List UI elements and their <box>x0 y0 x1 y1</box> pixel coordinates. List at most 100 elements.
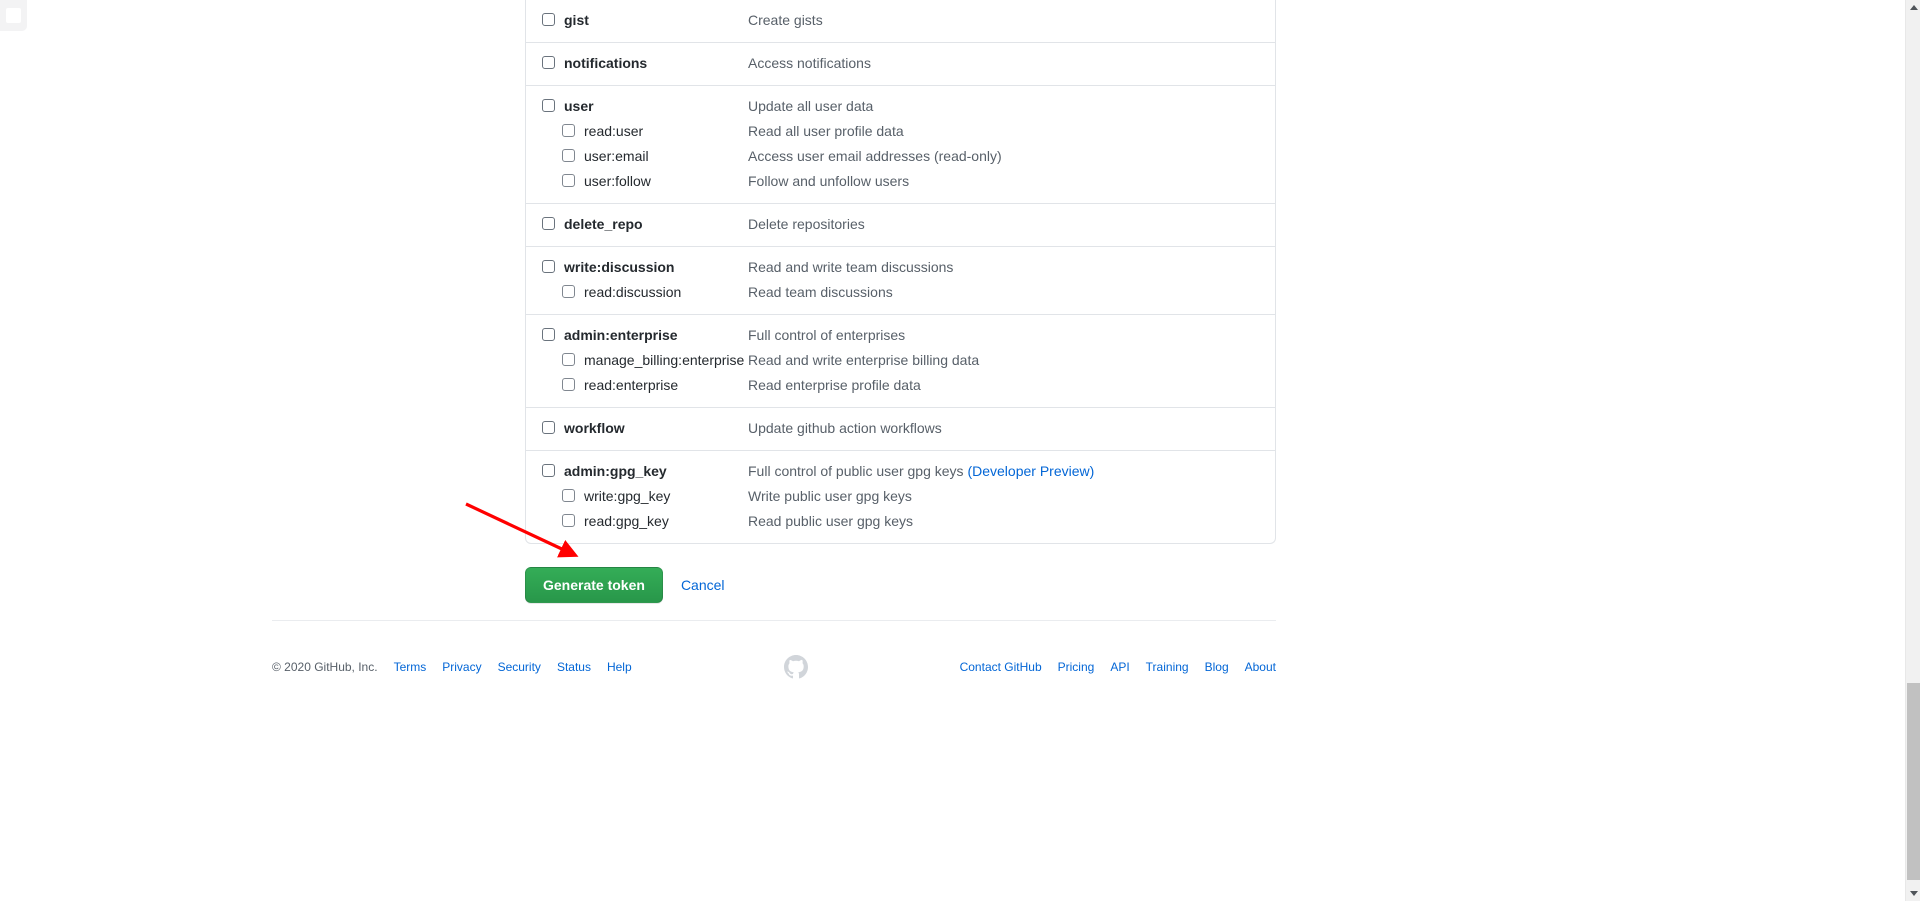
scope-row[interactable]: read:discussion Read team discussions <box>526 280 1275 305</box>
scope-name-label[interactable]: user:email <box>584 146 748 166</box>
scope-description: Read team discussions <box>748 284 893 300</box>
scope-row[interactable]: read:user Read all user profile data <box>526 119 1275 144</box>
page-viewport: gist Create gists notifications Access noti… <box>0 0 1905 901</box>
scope-group: delete_repo Delete repositories <box>526 203 1275 246</box>
scope-description: Follow and unfollow users <box>748 173 910 189</box>
scope-name-label[interactable]: write:discussion <box>564 257 748 277</box>
footer-link-status[interactable]: Status <box>557 660 591 674</box>
scope-description: Full control of public user gpg keys (De… <box>748 463 1095 479</box>
scope-checkbox-admin:enterprise[interactable] <box>542 328 555 341</box>
scope-description: Read public user gpg keys <box>748 513 913 529</box>
scope-checkbox-write:gpg_key[interactable] <box>562 489 575 502</box>
scope-name-label[interactable]: write:gpg_key <box>584 486 748 506</box>
footer-list-item: Terms <box>394 658 427 676</box>
browser-corner-placeholder <box>0 0 27 31</box>
footer-link-blog[interactable]: Blog <box>1205 660 1229 674</box>
scope-name-label[interactable]: read:gpg_key <box>584 511 748 531</box>
scope-row[interactable]: user:follow Follow and unfollow users <box>526 169 1275 194</box>
footer-list-item: Security <box>498 658 541 676</box>
scope-row[interactable]: notifications Access notifications <box>526 51 1275 76</box>
scope-row[interactable]: read:enterprise Read enterprise profile d… <box>526 373 1275 398</box>
scope-checkbox-notifications[interactable] <box>542 56 555 69</box>
scope-description: Write public user gpg keys <box>748 488 912 504</box>
scope-name-label[interactable]: read:discussion <box>584 282 748 302</box>
scroll-down-icon[interactable] <box>1906 886 1920 901</box>
footer-link-pricing[interactable]: Pricing <box>1058 660 1095 674</box>
scope-row[interactable]: admin:gpg_key Full control of public user… <box>526 459 1275 484</box>
scope-name-label[interactable]: read:enterprise <box>584 375 748 395</box>
footer-list-item: Pricing <box>1058 658 1095 676</box>
scope-checkbox-gist[interactable] <box>542 13 555 26</box>
footer-link-about[interactable]: About <box>1245 660 1276 674</box>
scope-checkbox-user:follow[interactable] <box>562 174 575 187</box>
cancel-link[interactable]: Cancel <box>681 575 725 595</box>
scope-row[interactable]: write:gpg_key Write public user gpg keys <box>526 484 1275 509</box>
scope-group: admin:enterprise Full control of enterpri… <box>526 314 1275 407</box>
scope-row[interactable]: write:discussion Read and write team disc… <box>526 255 1275 280</box>
scope-checkbox-workflow[interactable] <box>542 421 555 434</box>
scope-checkbox-read:enterprise[interactable] <box>562 378 575 391</box>
scope-checkbox-admin:gpg_key[interactable] <box>542 464 555 477</box>
scope-row[interactable]: manage_billing:enterprise Read and write … <box>526 348 1275 373</box>
scope-checkbox-read:discussion[interactable] <box>562 285 575 298</box>
scope-name-label[interactable]: delete_repo <box>564 214 748 234</box>
scope-name-label[interactable]: admin:enterprise <box>564 325 748 345</box>
footer-list-item: About <box>1245 658 1276 676</box>
scope-row[interactable]: gist Create gists <box>526 8 1275 33</box>
scope-description: Update github action workflows <box>748 420 942 436</box>
scrollbar-thumb[interactable] <box>1907 683 1920 880</box>
scope-description: Create gists <box>748 12 823 28</box>
footer-link-privacy[interactable]: Privacy <box>442 660 481 674</box>
scope-row[interactable]: read:gpg_key Read public user gpg keys <box>526 509 1275 534</box>
footer-link-terms[interactable]: Terms <box>394 660 427 674</box>
scope-group: workflow Update github action workflows <box>526 407 1275 450</box>
scope-group: user Update all user data read:user Read al… <box>526 85 1275 203</box>
footer-link-training[interactable]: Training <box>1146 660 1189 674</box>
scroll-up-icon[interactable] <box>1906 0 1920 15</box>
footer-link-help[interactable]: Help <box>607 660 632 674</box>
scope-description: Delete repositories <box>748 216 865 232</box>
scope-name-label[interactable]: gist <box>564 10 748 30</box>
token-scopes-content: gist Create gists notifications Access noti… <box>525 0 1276 603</box>
developer-preview-link[interactable]: (Developer Preview) <box>967 463 1094 479</box>
scope-checkbox-manage_billing:enterprise[interactable] <box>562 353 575 366</box>
scope-description: Read all user profile data <box>748 123 904 139</box>
scope-name-label[interactable]: admin:gpg_key <box>564 461 748 481</box>
scope-description: Access notifications <box>748 55 871 71</box>
footer-list-item: Status <box>557 658 591 676</box>
scope-checkbox-read:gpg_key[interactable] <box>562 514 575 527</box>
scope-group: write:discussion Read and write team disc… <box>526 246 1275 314</box>
footer-logo <box>783 655 808 679</box>
scope-description: Read and write enterprise billing data <box>748 352 980 368</box>
footer-links-right: Contact GitHub Pricing API Training Blog Abou… <box>944 658 1276 676</box>
scope-name-label[interactable]: user <box>564 96 748 116</box>
scope-description: Update all user data <box>748 98 874 114</box>
scope-row[interactable]: delete_repo Delete repositories <box>526 212 1275 237</box>
scope-row[interactable]: workflow Update github action workflows <box>526 416 1275 441</box>
scope-row[interactable]: user:email Access user email addresses (r… <box>526 144 1275 169</box>
scope-checkbox-user:email[interactable] <box>562 149 575 162</box>
scope-group: admin:gpg_key Full control of public user… <box>526 450 1275 543</box>
scope-name-label[interactable]: read:user <box>584 121 748 141</box>
footer-link-security[interactable]: Security <box>498 660 541 674</box>
scope-row[interactable]: admin:enterprise Full control of enterpri… <box>526 323 1275 348</box>
page-footer: © 2020 GitHub, Inc. Terms Privacy Security… <box>272 620 1276 679</box>
scope-name-label[interactable]: notifications <box>564 53 748 73</box>
footer-list-item: Help <box>607 658 632 676</box>
form-actions: Generate token Cancel <box>525 567 1276 603</box>
footer-link-contact-github[interactable]: Contact GitHub <box>960 660 1042 674</box>
scopes-panel: gist Create gists notifications Access noti… <box>525 0 1276 544</box>
scope-checkbox-read:user[interactable] <box>562 124 575 137</box>
generate-token-button[interactable]: Generate token <box>525 567 663 603</box>
footer-list-item: Blog <box>1205 658 1229 676</box>
scope-row[interactable]: user Update all user data <box>526 94 1275 119</box>
scope-checkbox-user[interactable] <box>542 99 555 112</box>
scope-group: gist Create gists <box>526 0 1275 42</box>
scope-name-label[interactable]: manage_billing:enterprise <box>584 350 748 370</box>
scope-name-label[interactable]: workflow <box>564 418 748 438</box>
scope-checkbox-write:discussion[interactable] <box>542 260 555 273</box>
scope-checkbox-delete_repo[interactable] <box>542 217 555 230</box>
scope-name-label[interactable]: user:follow <box>584 171 748 191</box>
page-scrollbar[interactable] <box>1905 0 1920 901</box>
footer-link-api[interactable]: API <box>1110 660 1129 674</box>
